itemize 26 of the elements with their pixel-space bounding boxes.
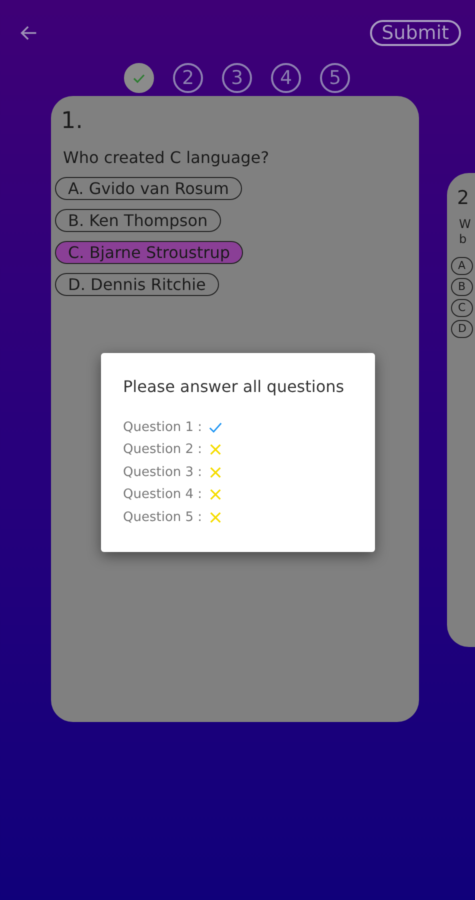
question-label: Question 5 : bbox=[123, 510, 202, 525]
step-indicator[interactable]: 5 bbox=[320, 63, 350, 93]
answer-option[interactable]: C. Bjarne Stroustrup bbox=[55, 241, 244, 264]
question-number: 1. bbox=[60, 108, 84, 134]
step-indicator[interactable]: 4 bbox=[271, 63, 301, 93]
question-label: Question 4 : bbox=[123, 487, 202, 502]
question-text: Who created C language? bbox=[63, 148, 270, 167]
question-text: b bbox=[459, 232, 468, 247]
answer-option[interactable]: D bbox=[451, 320, 474, 338]
question-number: 2 bbox=[456, 187, 470, 209]
answer-option[interactable]: D. Dennis Ritchie bbox=[55, 273, 219, 296]
question-label: Question 2 : bbox=[123, 442, 202, 458]
answer-option[interactable]: C bbox=[451, 299, 473, 317]
dialog-title: Please answer all questions bbox=[123, 377, 346, 396]
question-label: Question 1 : bbox=[123, 420, 202, 435]
answer-option[interactable]: B bbox=[451, 278, 473, 296]
answer-option[interactable]: A. Gvido van Rosum bbox=[55, 177, 242, 200]
question-label: Question 3 : bbox=[123, 464, 202, 480]
step-indicator[interactable]: 2 bbox=[173, 63, 203, 93]
answer-option[interactable]: B. Ken Thompson bbox=[55, 209, 221, 232]
answer-option[interactable]: A bbox=[451, 257, 473, 275]
back-arrow-icon[interactable] bbox=[20, 24, 38, 42]
step-indicator[interactable] bbox=[124, 63, 154, 93]
step-indicator[interactable]: 3 bbox=[222, 63, 252, 93]
question-text: W bbox=[459, 217, 472, 232]
submit-button[interactable]: Submit bbox=[370, 20, 461, 46]
